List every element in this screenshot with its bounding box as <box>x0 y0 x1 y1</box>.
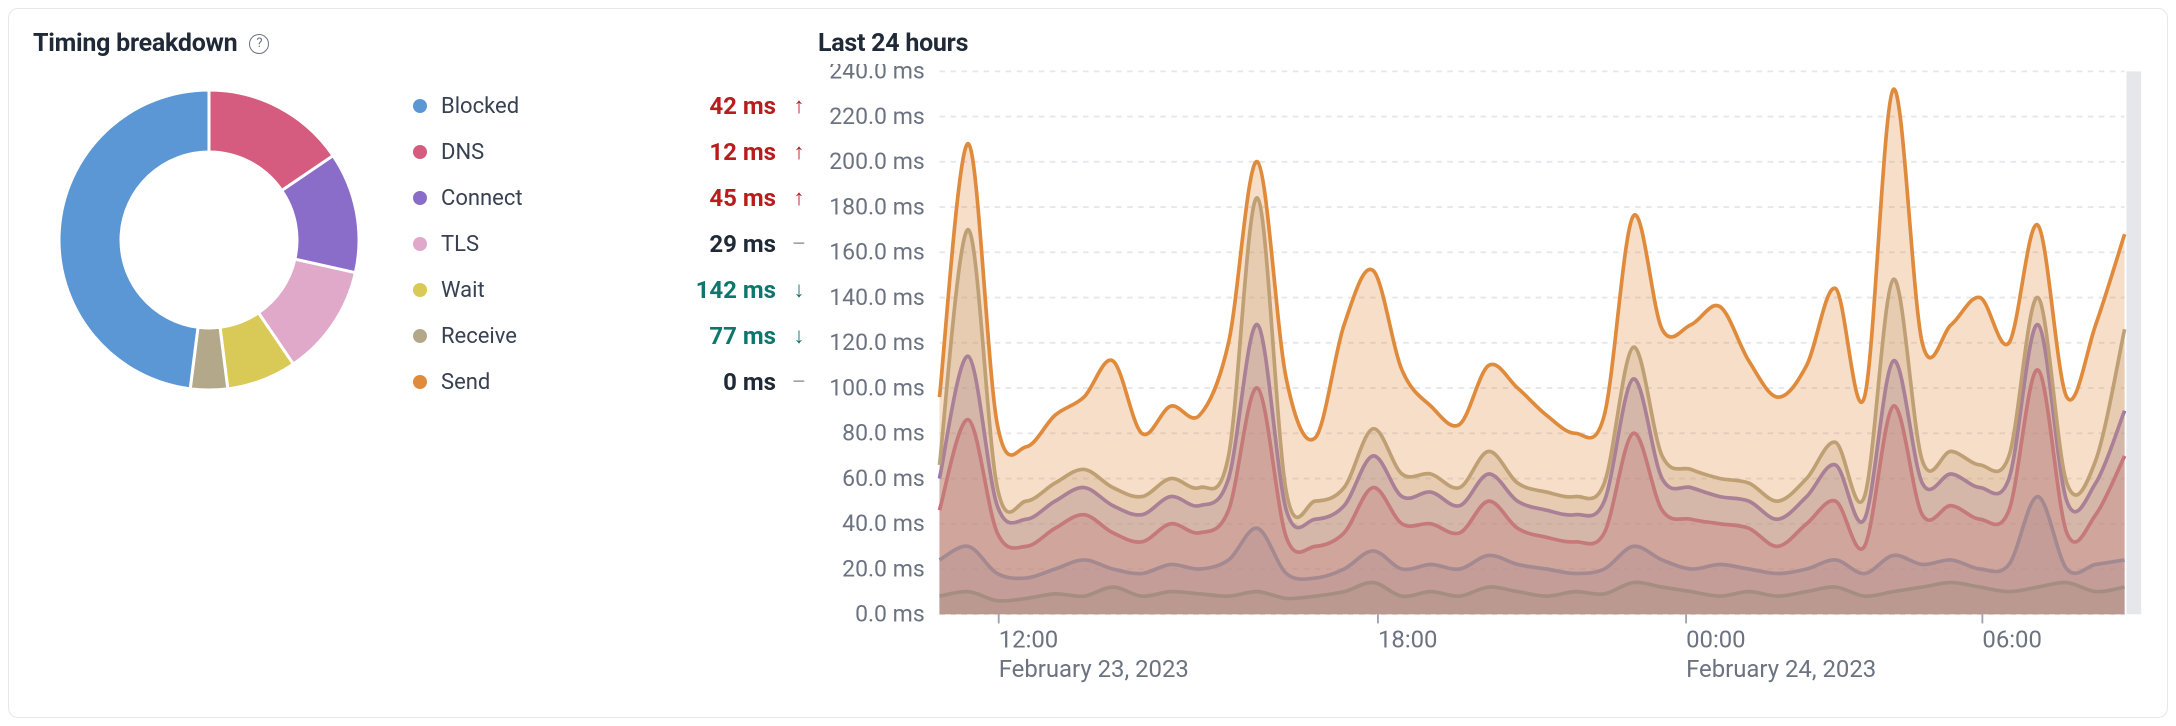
trend-down-icon: ↓ <box>790 323 808 349</box>
legend-label: Receive <box>441 324 670 349</box>
svg-text:200.0 ms: 200.0 ms <box>829 148 925 175</box>
swatch-icon <box>413 329 427 343</box>
swatch-icon <box>413 191 427 205</box>
svg-text:180.0 ms: 180.0 ms <box>829 193 925 220</box>
trend-up-icon: ↑ <box>790 93 808 119</box>
legend-row-send[interactable]: Send 0 ms– <box>413 368 808 396</box>
legend-label: Blocked <box>441 94 670 119</box>
help-icon[interactable]: ? <box>249 34 269 54</box>
svg-text:12:00: 12:00 <box>999 625 1059 653</box>
trend-neutral-icon: – <box>790 370 808 395</box>
legend-row-dns[interactable]: DNS 12 ms ↑ <box>413 138 808 166</box>
legend-label: Connect <box>441 186 670 211</box>
svg-text:240.0 ms: 240.0 ms <box>829 64 925 85</box>
svg-text:00:00: 00:00 <box>1686 625 1746 653</box>
trend-down-icon: ↓ <box>790 277 808 303</box>
svg-text:160.0 ms: 160.0 ms <box>829 239 925 266</box>
svg-text:06:00: 06:00 <box>1982 625 2042 653</box>
legend-row-connect[interactable]: Connect 45 ms ↑ <box>413 184 808 212</box>
legend-label: DNS <box>441 140 670 165</box>
area-chart: 0.0 ms 20.0 ms 40.0 ms 60.0 ms 80.0 ms 100.0 … <box>818 64 2143 699</box>
swatch-icon <box>413 237 427 251</box>
svg-text:0.0 ms: 0.0 ms <box>855 601 925 628</box>
timing-legend: Blocked 42 ms ↑ DNS 12 ms ↑ Connect 45 ms ↑ TLS 29… <box>413 84 808 396</box>
timing-breakdown-panel: Timing breakdown ? Blocked 42 ms ↑ DNS 12 ms… <box>33 29 808 703</box>
svg-text:18:00: 18:00 <box>1378 625 1438 653</box>
svg-text:40.0 ms: 40.0 ms <box>842 510 925 537</box>
legend-label: Send <box>441 370 670 395</box>
svg-text:20.0 ms: 20.0 ms <box>842 555 925 582</box>
legend-row-receive[interactable]: Receive 77 ms ↓ <box>413 322 808 350</box>
svg-text:February 23, 2023: February 23, 2023 <box>999 655 1189 683</box>
svg-text:60.0 ms: 60.0 ms <box>842 465 925 492</box>
legend-row-wait[interactable]: Wait 142 ms ↓ <box>413 276 808 304</box>
legend-label: Wait <box>441 278 670 303</box>
svg-text:120.0 ms: 120.0 ms <box>829 329 925 356</box>
legend-label: TLS <box>441 232 670 257</box>
swatch-icon <box>413 145 427 159</box>
legend-value: 142 ms <box>684 276 776 304</box>
svg-text:80.0 ms: 80.0 ms <box>842 420 925 447</box>
section-title: Last 24 hours <box>818 29 968 58</box>
legend-value: 12 ms <box>684 138 776 166</box>
donut-chart <box>33 64 385 416</box>
timing-card: Timing breakdown ? Blocked 42 ms ↑ DNS 12 ms… <box>8 8 2168 718</box>
legend-value: 0 ms <box>684 368 776 396</box>
last24-panel: Last 24 hours 0.0 ms 20.0 ms 40.0 ms 60.0 m… <box>818 29 2143 703</box>
legend-value: 77 ms <box>684 322 776 350</box>
legend-value: 29 ms <box>684 230 776 258</box>
svg-text:February 24, 2023: February 24, 2023 <box>1686 655 1876 683</box>
legend-value: 42 ms <box>684 92 776 120</box>
trend-up-icon: ↑ <box>790 139 808 165</box>
svg-text:140.0 ms: 140.0 ms <box>829 284 925 311</box>
legend-value: 45 ms <box>684 184 776 212</box>
trend-neutral-icon: – <box>790 232 808 257</box>
legend-row-tls[interactable]: TLS 29 ms– <box>413 230 808 258</box>
swatch-icon <box>413 283 427 297</box>
trend-up-icon: ↑ <box>790 185 808 211</box>
svg-text:100.0 ms: 100.0 ms <box>829 374 925 401</box>
swatch-icon <box>413 375 427 389</box>
section-title: Timing breakdown <box>33 29 237 58</box>
legend-row-blocked[interactable]: Blocked 42 ms ↑ <box>413 92 808 120</box>
svg-text:220.0 ms: 220.0 ms <box>829 103 925 130</box>
swatch-icon <box>413 99 427 113</box>
